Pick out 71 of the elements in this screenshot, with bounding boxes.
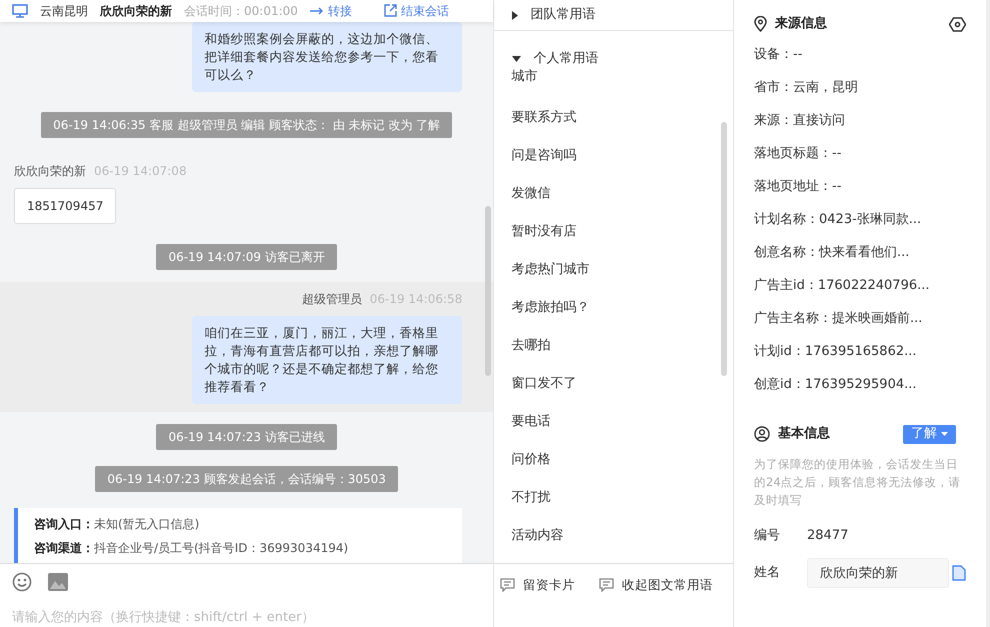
- sender-name: 欣欣向荣的新: [14, 162, 86, 180]
- message-input[interactable]: 请输入您的内容（换行快捷键：shift/ctrl + enter）: [12, 608, 482, 627]
- field-label: 编号: [754, 527, 781, 546]
- info-field: 创意id：176395295904...: [754, 368, 966, 401]
- name-input[interactable]: 欣欣向荣的新: [807, 558, 949, 588]
- caret-down-icon: [941, 432, 948, 436]
- message-time: 06-19 14:07:08: [94, 162, 187, 180]
- exit-icon: [384, 4, 397, 18]
- scrollbar[interactable]: [485, 206, 492, 376]
- caret-down-icon: [512, 56, 522, 62]
- field-value: 未知(暂无入口信息): [94, 516, 200, 532]
- phrase-item[interactable]: 不打扰: [494, 478, 733, 516]
- field-value: 28477: [807, 527, 848, 546]
- phrase-item[interactable]: 发微信: [494, 174, 733, 212]
- phrase-item[interactable]: 窗口发不了: [494, 364, 733, 402]
- settings-icon[interactable]: [949, 16, 966, 32]
- user-icon: [754, 426, 770, 442]
- info-field: 计划名称：0423-张琳同款...: [754, 203, 966, 236]
- system-notice: 06-19 14:07:23 顾客发起会话，会话编号：30503: [95, 466, 398, 492]
- monitor-icon: [12, 4, 28, 18]
- info-field: 计划id：176395165862...: [754, 335, 966, 368]
- section-title: 来源信息: [775, 15, 827, 34]
- phrase-item[interactable]: 要电话: [494, 402, 733, 440]
- message-bubble: 咱们在三亚，厦门，丽江，大理，香格里拉，青海有直营店都可以拍，亲想了解哪个城市的呢？还是不确定都想了解，给您推荐看看？: [192, 316, 462, 404]
- field-label: 咨询入口：: [34, 516, 94, 532]
- system-notice: 06-19 14:06:35 客服 超级管理员 编辑 顾客状态： 由 未标记 改为 了解: [41, 112, 452, 138]
- phrase-item[interactable]: 城市: [494, 68, 733, 84]
- info-field: 设备：--: [754, 38, 966, 71]
- transfer-button[interactable]: 转接: [310, 4, 352, 17]
- copy-icon[interactable]: [952, 565, 966, 581]
- action-button[interactable]: 收起图文常用语: [599, 576, 713, 595]
- session-duration: 会话时间：00:01:00: [184, 4, 298, 17]
- phrase-item[interactable]: 考虑旅拍吗？: [494, 288, 733, 326]
- system-notice: 06-19 14:07:23 访客已进线: [156, 424, 337, 450]
- phrase-item[interactable]: 问是咨询吗: [494, 136, 733, 174]
- info-field: 落地页地址：--: [754, 170, 966, 203]
- sender-name: 超级管理员: [302, 290, 362, 308]
- system-notice: 06-19 14:07:09 访客已离开: [156, 244, 337, 270]
- arrow-icon: [310, 6, 324, 15]
- info-field: 落地页标题：--: [754, 137, 966, 170]
- section-title: 基本信息: [778, 425, 830, 444]
- image-icon[interactable]: [48, 572, 68, 590]
- field-label: 姓名: [754, 564, 781, 582]
- group-header[interactable]: 团队常用语: [494, 5, 596, 25]
- phrase-item[interactable]: 考虑热门城市: [494, 250, 733, 288]
- field-label: 咨询渠道：: [34, 540, 94, 556]
- scrollbar[interactable]: [721, 122, 727, 376]
- phrase-item[interactable]: 暂时没有店: [494, 212, 733, 250]
- phrase-item[interactable]: 去哪拍: [494, 326, 733, 364]
- action-button[interactable]: 留资卡片: [500, 576, 575, 595]
- phrase-item[interactable]: 要联系方式: [494, 98, 733, 136]
- message-icon: [599, 578, 614, 592]
- emoji-icon[interactable]: [12, 572, 32, 592]
- phrase-item[interactable]: 问价格: [494, 440, 733, 478]
- message-bubble: 和婚纱照案例会屏蔽的，这边加个微信、把详细套餐内容发送给您参考一下，您看可以么？: [192, 22, 462, 92]
- message-bubble: 1851709457: [14, 188, 116, 224]
- caret-right-icon: [512, 10, 518, 20]
- info-field: 省市：云南，昆明: [754, 71, 966, 104]
- location-label: 云南昆明: [40, 4, 88, 17]
- field-value: 抖音企业号/员工号(抖音号ID：36993034194): [94, 540, 348, 556]
- info-field: 广告主名称：提米映画婚前...: [754, 302, 966, 335]
- info-field: 创意名称：快来看看他们...: [754, 236, 966, 269]
- message-icon: [500, 578, 515, 592]
- notice-text: 为了保障您的使用体验，会话发生当日的24点之后，顾客信息将无法修改，请及时填写: [754, 456, 962, 509]
- phrase-item[interactable]: 活动内容: [494, 516, 733, 554]
- end-session-button[interactable]: 结束会话: [384, 4, 449, 18]
- location-pin-icon: [754, 16, 767, 32]
- group-header[interactable]: 个人常用语: [494, 31, 733, 68]
- info-field: 来源：直接访问: [754, 104, 966, 137]
- info-field: 广告主id：176022240796...: [754, 269, 966, 302]
- customer-name: 欣欣向荣的新: [100, 4, 172, 17]
